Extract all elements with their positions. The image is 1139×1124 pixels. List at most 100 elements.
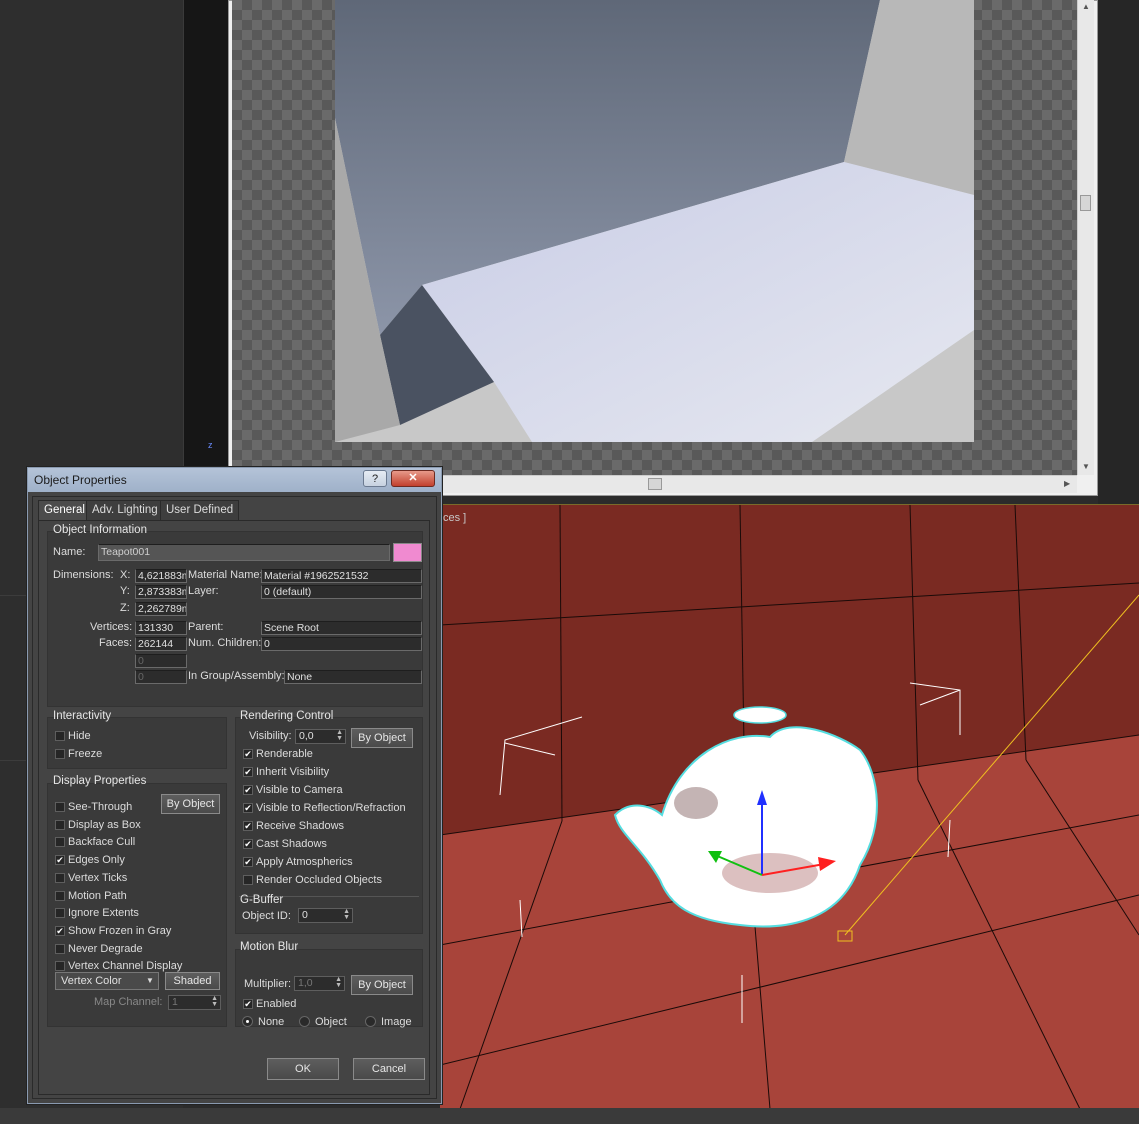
vertex-color-dropdown[interactable]: Vertex Color ▼ — [55, 972, 159, 990]
layer-label: Layer: — [188, 585, 219, 597]
render-option-label: Visible to Reflection/Refraction — [256, 802, 406, 814]
display-option-label: Show Frozen in Gray — [68, 924, 172, 937]
enabled-checkbox[interactable]: ✔ Enabled — [243, 997, 296, 1011]
viewport-label[interactable]: ces ] — [443, 512, 466, 524]
render-by-object-button[interactable]: By Object — [351, 728, 413, 748]
display-option-checkbox[interactable]: Vertex Ticks — [55, 871, 127, 885]
map-channel-spinner[interactable]: 1 ▲ ▼ — [168, 995, 221, 1010]
motion-blur-by-object-button[interactable]: By Object — [351, 975, 413, 995]
hide-checkbox[interactable]: Hide — [55, 729, 91, 743]
layer-field: 0 (default) — [261, 585, 422, 599]
checkbox-box: ✔ — [243, 749, 253, 759]
display-option-checkbox[interactable]: Display as Box — [55, 818, 141, 832]
checkbox-box — [55, 802, 65, 812]
dialog-title: Object Properties — [34, 473, 127, 487]
display-option-checkbox[interactable]: Backface Cull — [55, 835, 135, 849]
z-label: Z: — [120, 602, 130, 614]
radio-object[interactable]: Object — [299, 1015, 347, 1029]
material-name-field: Material #1962521532 — [261, 569, 422, 583]
interactivity-group — [47, 717, 227, 769]
object-id-value: 0 — [302, 909, 308, 921]
display-properties-title: Display Properties — [53, 775, 147, 787]
render-option-label: Receive Shadows — [256, 820, 345, 832]
render-option-checkbox[interactable]: ✔ Inherit Visibility — [243, 765, 329, 779]
close-icon: ✕ — [408, 472, 418, 484]
checkbox-box: ✔ — [243, 821, 253, 831]
display-option-label: Vertex Channel Display — [68, 960, 183, 973]
map-channel-label: Map Channel: — [94, 996, 163, 1008]
multiplier-value: 1,0 — [298, 977, 313, 989]
render-option-checkbox[interactable]: Render Occluded Objects — [243, 873, 382, 887]
render-option-checkbox[interactable]: ✔ Visible to Reflection/Refraction — [243, 801, 406, 815]
checkbox-box — [55, 908, 65, 919]
radio-image[interactable]: Image — [365, 1015, 412, 1029]
checkbox-box — [55, 872, 65, 883]
display-option-label: Ignore Extents — [68, 907, 139, 920]
render-option-checkbox[interactable]: ✔ Receive Shadows — [243, 819, 344, 833]
perspective-viewport[interactable] — [440, 504, 1139, 1109]
display-option-checkbox[interactable]: ✔ Edges Only — [55, 853, 125, 867]
scroll-down-icon[interactable]: ▼ — [1082, 462, 1090, 471]
render-option-label: Visible to Camera — [256, 784, 343, 796]
scroll-right-icon[interactable]: ▶ — [1064, 479, 1070, 488]
checkbox-box: ✔ — [243, 785, 253, 795]
axis-z-icon: z — [208, 440, 213, 450]
display-option-label: See-Through — [68, 801, 133, 813]
checkbox-box: ✔ — [55, 925, 65, 936]
checkbox-box — [55, 731, 65, 741]
display-option-label: Never Degrade — [68, 942, 143, 955]
gbuffer-title: G-Buffer — [240, 894, 284, 906]
horizontal-scroll-thumb[interactable] — [648, 478, 662, 490]
freeze-checkbox[interactable]: Freeze — [55, 747, 102, 761]
ok-button[interactable]: OK — [267, 1058, 339, 1080]
checkbox-box — [55, 961, 65, 972]
checkbox-box — [55, 890, 65, 901]
chevron-down-icon: ▼ — [146, 976, 154, 985]
visibility-spinner[interactable]: 0,0 ▲ ▼ — [295, 729, 346, 744]
dialog-titlebar[interactable]: Object Properties ? ✕ — [28, 468, 441, 492]
radio-none[interactable]: None — [242, 1015, 284, 1029]
vertex-color-value: Vertex Color — [61, 975, 122, 987]
display-option-checkbox[interactable]: Motion Path — [55, 889, 127, 903]
tab-general[interactable]: General — [38, 500, 91, 521]
vertical-scrollbar[interactable]: ▲ ▼ — [1077, 0, 1094, 475]
visibility-label: Visibility: — [249, 730, 292, 742]
help-button[interactable]: ? — [363, 470, 387, 487]
display-option-checkbox[interactable]: Ignore Extents — [55, 906, 139, 920]
close-button[interactable]: ✕ — [391, 470, 435, 487]
vertices-field: 131330 — [135, 621, 187, 635]
in-group-field: None — [284, 670, 422, 684]
vertices-label: Vertices: — [90, 621, 133, 633]
dialog-client: General Adv. Lighting User Defined Objec… — [32, 496, 437, 1099]
enabled-label: Enabled — [256, 998, 297, 1010]
checkbox-box: ✔ — [55, 855, 65, 866]
scroll-up-icon[interactable]: ▲ — [1082, 2, 1090, 11]
radio-dot — [365, 1016, 376, 1027]
tab-adv-lighting[interactable]: Adv. Lighting — [86, 500, 164, 520]
rendering-control-title: Rendering Control — [240, 710, 334, 722]
checkbox-box — [55, 819, 65, 830]
object-properties-dialog: Object Properties ? ✕ General Adv. Light… — [27, 467, 442, 1104]
display-option-checkbox[interactable]: ✔ Show Frozen in Gray — [55, 924, 171, 938]
checkbox-box: ✔ — [243, 803, 253, 813]
display-option-checkbox[interactable]: See-Through — [55, 800, 132, 814]
display-option-checkbox[interactable]: Never Degrade — [55, 942, 143, 956]
faces-field: 262144 — [135, 637, 187, 651]
display-by-object-button[interactable]: By Object — [161, 794, 220, 814]
render-option-checkbox[interactable]: ✔ Visible to Camera — [243, 783, 343, 797]
checkbox-box — [55, 943, 65, 954]
render-option-checkbox[interactable]: ✔ Apply Atmospherics — [243, 855, 353, 869]
tab-user-defined[interactable]: User Defined — [160, 500, 240, 520]
render-option-checkbox[interactable]: ✔ Cast Shadows — [243, 837, 327, 851]
object-color-swatch[interactable] — [393, 543, 422, 562]
display-option-checkbox[interactable]: Vertex Channel Display — [55, 959, 182, 973]
shaded-button[interactable]: Shaded — [165, 972, 220, 990]
radio-none-label: None — [258, 1016, 285, 1028]
object-id-spinner[interactable]: 0 ▲ ▼ — [298, 908, 353, 923]
vertical-scroll-thumb[interactable] — [1080, 195, 1091, 211]
name-field[interactable]: Teapot001 — [98, 544, 390, 561]
render-option-checkbox[interactable]: ✔ Renderable — [243, 747, 313, 761]
multiplier-spinner[interactable]: 1,0 ▲ ▼ — [294, 976, 345, 991]
checkbox-box — [243, 875, 253, 885]
cancel-button[interactable]: Cancel — [353, 1058, 425, 1080]
